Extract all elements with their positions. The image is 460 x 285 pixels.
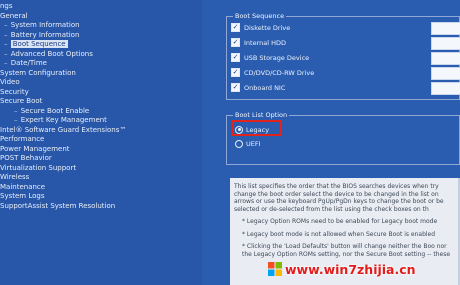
boot-sequence-group: Boot Sequence ✓ Diskette Drive ✓ Internal H… — [226, 12, 460, 100]
tree-item[interactable]: – Boot Sequence — [0, 40, 202, 50]
tree-item-label: Intel® Software Guard Extensions™ — [0, 125, 127, 134]
checkbox[interactable]: ✓ — [231, 23, 240, 32]
checkbox[interactable]: ✓ — [231, 53, 240, 62]
tree-item[interactable]: System Configuration — [0, 69, 202, 79]
tree-item[interactable]: – Advanced Boot Options — [0, 50, 202, 60]
boot-device-row[interactable]: ✓ Internal HDD — [231, 37, 286, 48]
tree-item-label: Wireless — [0, 173, 30, 181]
boot-sequence-title: Boot Sequence — [233, 12, 287, 20]
tree-branch: – — [14, 116, 20, 124]
tree-item-label: Expert Key Management — [20, 116, 107, 124]
tree-item[interactable]: Performance — [0, 135, 202, 145]
tree-item-label: Power Management — [0, 144, 70, 153]
order-field[interactable] — [431, 82, 460, 95]
checkbox[interactable]: ✓ — [231, 38, 240, 47]
help-note: * Legacy Option ROMs need to be enabled … — [242, 218, 438, 225]
tree-item-label: System Logs — [0, 192, 45, 200]
tree-item[interactable]: – Secure Boot Enable — [0, 107, 202, 117]
tree-item-label: Virtualization Support — [0, 163, 77, 172]
watermark-text: www.win7zhijia.cn — [285, 262, 416, 277]
tree-item-label: Secure Boot — [0, 97, 43, 105]
tree-branch: – — [4, 49, 10, 58]
checkbox[interactable]: ✓ — [231, 68, 240, 77]
legacy-highlight-box — [232, 120, 282, 136]
settings-panel: Boot Sequence ✓ Diskette Drive ✓ Internal H… — [202, 0, 460, 285]
tree-item[interactable]: Secure Boot — [0, 97, 202, 107]
order-field[interactable] — [431, 52, 460, 65]
tree-branch: – — [4, 21, 10, 29]
boot-device-row[interactable]: ✓ CD/DVD/CD-RW Drive — [231, 67, 314, 78]
boot-device-label: Onboard NIC — [244, 83, 286, 92]
tree-item[interactable]: Power Management — [0, 145, 202, 155]
tree-item[interactable]: POST Behavior — [0, 154, 202, 164]
help-paragraph: This list specifies the order that the B… — [234, 183, 444, 213]
order-field[interactable] — [431, 67, 460, 80]
boot-mode-option[interactable]: UEFI — [235, 138, 261, 149]
boot-device-row[interactable]: ✓ USB Storage Device — [231, 52, 309, 63]
tree-item-label: Security — [0, 87, 29, 96]
settings-tree: ngs General – System Information – Battery … — [0, 0, 202, 285]
tree-branch: – — [14, 106, 20, 115]
tree-item[interactable]: System Logs — [0, 192, 202, 202]
tree-item-label: POST Behavior — [0, 154, 52, 162]
tree-branch: – — [4, 30, 10, 39]
boot-device-row[interactable]: ✓ Diskette Drive — [231, 22, 290, 33]
tree-item[interactable]: Virtualization Support — [0, 164, 202, 174]
tree-item[interactable]: Maintenance — [0, 183, 202, 193]
watermark-logo-icon — [268, 262, 282, 276]
checkbox[interactable]: ✓ — [231, 83, 240, 92]
boot-device-label: CD/DVD/CD-RW Drive — [244, 68, 315, 77]
tree-item[interactable]: General — [0, 12, 202, 22]
tree-item-label: System Configuration — [0, 68, 76, 77]
tree-item[interactable]: ngs — [0, 2, 202, 12]
tree-branch: – — [4, 40, 10, 48]
tree-item-label: General — [0, 11, 28, 20]
tree-item-label: SupportAssist System Resolution — [0, 201, 116, 210]
tree-item-label: Boot Sequence — [10, 40, 68, 48]
tree-item-label: Performance — [0, 135, 45, 143]
order-field[interactable] — [431, 22, 460, 35]
boot-device-row[interactable]: ✓ Onboard NIC — [231, 82, 285, 93]
tree-item-label: Video — [0, 78, 20, 86]
boot-device-label: USB Storage Device — [244, 53, 310, 62]
boot-device-label: Diskette Drive — [244, 23, 291, 32]
tree-item[interactable]: – Expert Key Management — [0, 116, 202, 126]
tree-item[interactable]: – Date/Time — [0, 59, 202, 69]
radio-button[interactable] — [235, 139, 243, 148]
help-note: * Legacy boot mode is not allowed when S… — [242, 230, 436, 238]
boot-list-option-title: Boot List Option — [233, 111, 290, 119]
tree-item-label: Date/Time — [10, 59, 47, 67]
tree-branch: – — [4, 59, 10, 67]
tree-item[interactable]: Security — [0, 88, 202, 98]
tree-item-label: System Information — [10, 21, 80, 29]
tree-item[interactable]: – System Information — [0, 21, 202, 31]
boot-mode-label: UEFI — [246, 139, 261, 148]
tree-item-label: Secure Boot Enable — [20, 106, 90, 115]
tree-item[interactable]: SupportAssist System Resolution — [0, 202, 202, 212]
tree-item[interactable]: Wireless — [0, 173, 202, 183]
tree-item-label: Maintenance — [0, 182, 46, 191]
tree-item[interactable]: Intel® Software Guard Extensions™ — [0, 126, 202, 136]
boot-device-label: Internal HDD — [244, 38, 287, 47]
tree-item[interactable]: – Battery Information — [0, 31, 202, 41]
tree-item[interactable]: Video — [0, 78, 202, 88]
tree-item-label: Advanced Boot Options — [10, 49, 93, 58]
order-field[interactable] — [431, 37, 460, 50]
help-note: * Clicking the 'Load Defaults' button wi… — [242, 243, 451, 258]
tree-item-label: ngs — [0, 2, 13, 10]
tree-item-label: Battery Information — [10, 30, 80, 39]
